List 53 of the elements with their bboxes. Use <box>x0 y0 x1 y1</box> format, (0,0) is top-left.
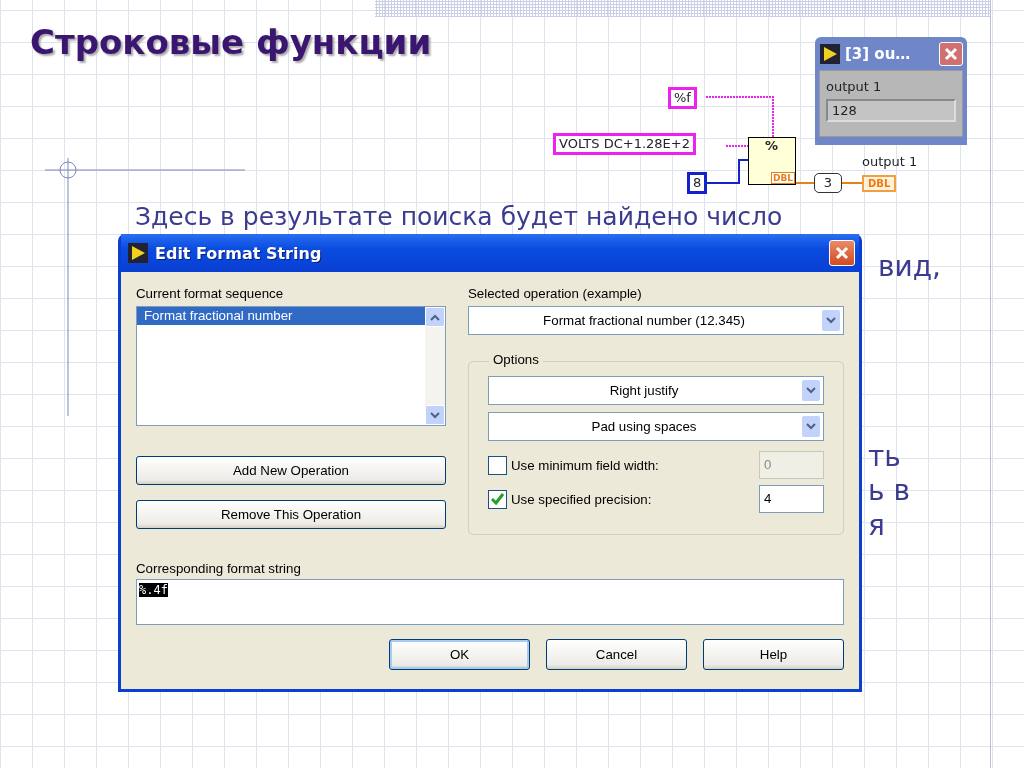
dialog-button[interactable]: Cancel <box>546 639 687 670</box>
dropdown-caret-icon[interactable] <box>822 310 840 331</box>
window-icon <box>127 242 149 264</box>
index-constant: 3 <box>814 173 842 193</box>
scroll-down-icon[interactable] <box>425 405 445 425</box>
window-icon <box>819 42 841 65</box>
indicator-terminal: DBL <box>862 175 897 192</box>
function-glyph: % <box>765 138 779 153</box>
string-constant: %f <box>668 87 697 109</box>
field-label: Selected operation (example) <box>468 286 643 301</box>
slide-text: ть <box>868 439 901 475</box>
add-operation-button[interactable]: Add New Operation <box>136 456 446 485</box>
option-dropdown[interactable]: Right justify <box>488 376 824 405</box>
dropdown-caret-icon[interactable] <box>802 380 820 401</box>
group-label: Options <box>489 352 543 367</box>
close-icon <box>944 46 958 61</box>
format-string-field[interactable]: %.4f <box>136 579 844 625</box>
close-button[interactable] <box>829 240 855 266</box>
option-dropdown[interactable]: Pad using spaces <box>488 412 824 441</box>
wire <box>841 182 863 184</box>
field-label: Corresponding format string <box>136 561 302 576</box>
dialog-title: Edit Format String <box>155 243 322 263</box>
wire <box>725 145 749 147</box>
close-button[interactable] <box>939 41 963 66</box>
wire <box>706 159 749 184</box>
close-icon <box>835 246 849 260</box>
number-field[interactable]: 4 <box>759 485 824 513</box>
numeric-constant: 8 <box>687 172 708 194</box>
checkbox[interactable] <box>488 489 507 509</box>
slide-title: Строковые функции <box>30 22 432 62</box>
value-display: 128 <box>826 98 956 122</box>
operation-dropdown[interactable]: Format fractional number (12.345) <box>468 306 844 335</box>
terminal-label: DBL <box>770 172 795 184</box>
scroll-up-icon[interactable] <box>425 307 445 327</box>
string-constant: VOLTS DC+1.28E+2 <box>553 133 696 155</box>
dialog-button[interactable]: OK <box>389 639 530 670</box>
window-title: [3] ou… <box>845 44 911 63</box>
format-sequence-list[interactable]: Format fractional number <box>136 306 446 426</box>
slide-text: ь в <box>868 473 910 509</box>
wire <box>705 96 774 138</box>
field-label: Current format sequence <box>136 286 285 301</box>
checkbox-label: Use minimum field width: <box>511 457 659 473</box>
slide-text: вид, <box>878 249 941 285</box>
remove-operation-button[interactable]: Remove This Operation <box>136 500 446 529</box>
list-item[interactable]: Format fractional number <box>137 307 425 325</box>
indicator-label: output 1 <box>862 153 918 171</box>
checkbox-label: Use specified precision: <box>511 491 652 507</box>
dialog-button[interactable]: Help <box>703 639 844 670</box>
indicator-label: output 1 <box>826 78 883 96</box>
dropdown-caret-icon[interactable] <box>802 416 820 437</box>
wire <box>795 182 815 184</box>
slide-text: я <box>868 508 885 544</box>
slide-text: Здесь в результате поиска будет найдено число <box>135 203 783 231</box>
